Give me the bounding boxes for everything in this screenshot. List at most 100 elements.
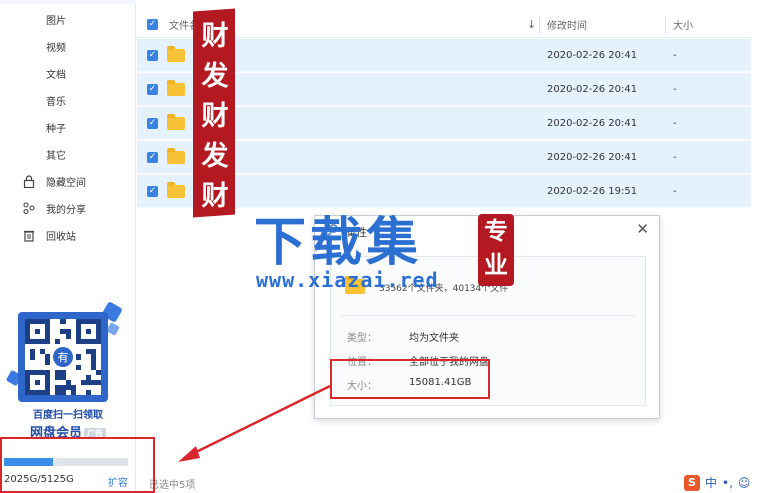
- qr-module: [40, 339, 46, 345]
- qr-module: [65, 379, 71, 385]
- type-value: 均为文件夹: [409, 333, 459, 344]
- row-modified-date: 2020-02-26 20:41: [547, 84, 638, 95]
- sogou-ime-icon[interactable]: S: [684, 474, 700, 491]
- sidebar-item-label: 我的分享: [46, 204, 86, 216]
- row-checkbox[interactable]: ✓: [147, 84, 158, 95]
- qr-module: [90, 379, 96, 385]
- qr-module: [85, 374, 91, 380]
- column-header-size[interactable]: 大小: [673, 17, 693, 32]
- trash-icon: [22, 228, 36, 242]
- sidebar: 图片 视频 文档 音乐 种子 其它 隐藏空间 我的分享 回收站 有 百度扫一扫领…: [0, 0, 136, 493]
- qr-module: [45, 339, 51, 345]
- qr-module: [25, 389, 31, 395]
- watermark-pro-char: 业: [484, 250, 508, 279]
- qr-module: [90, 354, 96, 360]
- qr-module: [25, 379, 31, 385]
- sidebar-item-pictures[interactable]: 图片: [0, 8, 136, 30]
- qr-module: [40, 369, 46, 375]
- qr-module: [45, 334, 51, 340]
- qr-module: [40, 389, 46, 395]
- sidebar-item-recycle-bin[interactable]: 回收站: [0, 224, 136, 246]
- row-size: -: [673, 186, 677, 197]
- qr-module: [60, 384, 66, 390]
- sidebar-item-my-shares[interactable]: 我的分享: [0, 197, 136, 219]
- watermark-char: 财: [201, 101, 229, 132]
- type-label: 类型：: [347, 333, 377, 344]
- qr-module: [45, 359, 51, 365]
- qr-module: [60, 319, 66, 325]
- row-modified-date: 2020-02-26 20:41: [547, 118, 638, 129]
- qr-module: [75, 329, 81, 335]
- sidebar-item-music[interactable]: 音乐: [0, 89, 136, 111]
- qr-module: [80, 339, 86, 345]
- divider: [341, 315, 635, 316]
- qr-module: [25, 384, 31, 390]
- qr-module: [30, 349, 36, 355]
- sidebar-item-documents[interactable]: 文档: [0, 62, 136, 84]
- folder-icon: [167, 148, 185, 164]
- sidebar-item-label: 回收站: [46, 231, 76, 243]
- qr-module: [75, 319, 81, 325]
- ime-toolbar[interactable]: S 中 •, ☺: [684, 472, 768, 493]
- qr-module: [30, 389, 36, 395]
- emoji-icon[interactable]: ☺: [738, 476, 751, 490]
- row-modified-date: 2020-02-26 20:41: [547, 152, 638, 163]
- qr-module: [95, 319, 101, 325]
- column-header-modified[interactable]: 修改时间: [547, 17, 587, 32]
- qr-module: [25, 329, 31, 335]
- row-checkbox[interactable]: ✓: [147, 50, 158, 61]
- qr-module: [75, 364, 81, 370]
- qr-module: [95, 339, 101, 345]
- qr-module: [35, 339, 41, 345]
- sidebar-item-label: 隐藏空间: [46, 177, 86, 189]
- row-checkbox[interactable]: ✓: [147, 186, 158, 197]
- watermark-char: 发: [201, 141, 229, 172]
- qr-module: [25, 334, 31, 340]
- qr-module: [35, 329, 41, 335]
- qr-module: [90, 319, 96, 325]
- qr-module: [40, 319, 46, 325]
- column-separator: [665, 16, 666, 34]
- qr-module: [70, 384, 76, 390]
- row-checkbox[interactable]: ✓: [147, 118, 158, 129]
- watermark-url: www.xiazai.red: [256, 268, 439, 292]
- qr-module: [45, 324, 51, 330]
- membership-promo[interactable]: 有 百度扫一扫领取 网盘会员 广告: [5, 301, 128, 441]
- qr-module: [25, 369, 31, 375]
- qr-module: [55, 374, 61, 380]
- ime-punctuation-indicator[interactable]: •,: [722, 476, 733, 490]
- sidebar-item-label: 音乐: [46, 96, 66, 108]
- qr-module: [60, 389, 66, 395]
- row-checkbox[interactable]: ✓: [147, 152, 158, 163]
- sidebar-item-videos[interactable]: 视频: [0, 35, 136, 57]
- sidebar-item-hidden-space[interactable]: 隐藏空间: [0, 170, 136, 192]
- qr-module: [75, 324, 81, 330]
- sidebar-top-strip: [0, 0, 136, 4]
- qr-module: [45, 379, 51, 385]
- qr-module: [35, 379, 41, 385]
- qr-module: [25, 339, 31, 345]
- sidebar-item-other[interactable]: 其它: [0, 143, 136, 165]
- close-icon[interactable]: ✕: [636, 220, 649, 238]
- qr-module: [80, 379, 86, 385]
- sort-arrow-icon[interactable]: ↓: [527, 18, 536, 31]
- qr-module: [55, 384, 61, 390]
- qr-module: [95, 334, 101, 340]
- row-size: -: [673, 84, 677, 95]
- qr-module: [45, 374, 51, 380]
- qr-module: [55, 369, 61, 375]
- qr-module: [80, 319, 86, 325]
- watermark-char: 发: [201, 61, 229, 92]
- select-all-checkbox[interactable]: ✓: [147, 19, 158, 30]
- size-highlight-box: [330, 359, 490, 399]
- row-size: -: [673, 50, 677, 61]
- qr-module: [25, 324, 31, 330]
- ime-mode-indicator[interactable]: 中: [705, 474, 717, 491]
- folder-icon: [167, 114, 185, 130]
- qr-module: [75, 334, 81, 340]
- column-separator: [539, 16, 540, 34]
- qr-module: [65, 329, 71, 335]
- promo-scan-text: 百度扫一扫领取: [33, 410, 103, 421]
- sidebar-item-torrents[interactable]: 种子: [0, 116, 136, 138]
- qr-module: [75, 354, 81, 360]
